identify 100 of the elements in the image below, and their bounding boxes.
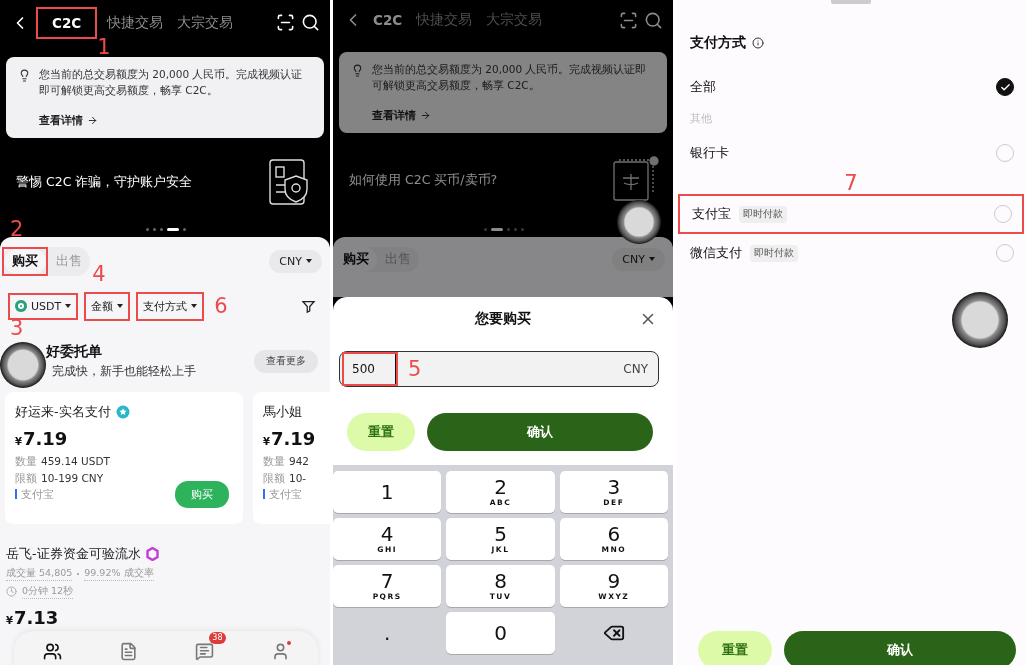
info-icon[interactable] bbox=[752, 37, 764, 49]
scan-icon[interactable] bbox=[276, 13, 295, 32]
trade-tab[interactable]: 购买 bbox=[335, 246, 377, 272]
lightbulb-icon bbox=[351, 64, 364, 77]
step-number: 5 bbox=[407, 358, 422, 379]
option-tag: 即时付款 bbox=[750, 244, 798, 262]
filter-dropdown[interactable]: USDT bbox=[13, 296, 74, 316]
sheet-title: 支付方式 bbox=[690, 34, 746, 52]
reset-button[interactable]: 重置 bbox=[698, 631, 772, 665]
keypad-key[interactable]: 0 bbox=[446, 611, 555, 654]
caret-icon bbox=[191, 304, 198, 308]
confirm-button[interactable]: 确认 bbox=[427, 412, 653, 451]
trade-tab[interactable]: 购买 bbox=[4, 248, 46, 274]
details-link[interactable]: 查看详情 bbox=[18, 113, 98, 128]
currency-symbol: ¥ bbox=[6, 614, 13, 626]
banner-text: 警惕 C2C 诈骗，守护账户安全 bbox=[16, 174, 193, 191]
banner-text: 如何使用 C2C 买币/卖币? bbox=[349, 171, 498, 189]
currency-dropdown[interactable]: CNY bbox=[612, 247, 665, 271]
meta-value: 942 bbox=[289, 454, 310, 469]
lightbulb-icon bbox=[18, 69, 31, 82]
search-icon[interactable] bbox=[301, 13, 320, 32]
hexagon-badge-icon bbox=[145, 547, 159, 561]
meta-value: 10- bbox=[289, 471, 307, 486]
radio-icon[interactable] bbox=[996, 78, 1014, 96]
search-icon[interactable] bbox=[644, 10, 663, 30]
caret-icon bbox=[65, 304, 72, 308]
page-dot[interactable] bbox=[484, 227, 487, 231]
response-time: 0分钟 12秒 bbox=[22, 584, 74, 599]
trade-stat: 成交量 54,805 bbox=[6, 566, 73, 581]
caret-icon bbox=[649, 257, 655, 261]
payment-method: 支付宝 bbox=[15, 488, 54, 499]
step-number: 6 bbox=[214, 295, 228, 317]
see-more-button[interactable]: 查看更多 bbox=[254, 349, 318, 373]
notice-text: 您当前的总交易额度为 20,000 人民币。完成视频认证即可解锁更高交易额度，畅享 C2C。 bbox=[372, 62, 648, 93]
merchant-name: 好运来-实名支付 bbox=[15, 403, 111, 421]
scan-icon[interactable] bbox=[619, 10, 638, 30]
currency-symbol: ¥ bbox=[15, 435, 22, 447]
step-number: 1 bbox=[97, 36, 111, 58]
page-dot[interactable] bbox=[507, 227, 510, 231]
meta-label: 数量 bbox=[263, 454, 285, 469]
meta-label: 数量 bbox=[15, 454, 37, 469]
amount-input-field[interactable]: 500 5 CNY bbox=[339, 350, 659, 387]
filter-dropdown[interactable]: 金额 bbox=[89, 295, 126, 317]
caret-icon bbox=[306, 259, 312, 263]
coin-card-drawing bbox=[611, 156, 659, 204]
merchant-name: 馬小姐 bbox=[263, 403, 302, 421]
section-label: 其他 bbox=[689, 111, 713, 126]
price: 7.13 bbox=[13, 606, 59, 628]
nav-tab[interactable]: C2C bbox=[48, 12, 86, 33]
alert-dot bbox=[286, 640, 291, 645]
step-number: 7 bbox=[844, 173, 858, 194]
notice-text: 您当前的总交易额度为 20,000 人民币。完成视频认证即可解锁更高交易额度，畅享 C2C。 bbox=[39, 67, 304, 98]
meta-label: 限额 bbox=[263, 471, 285, 486]
payment-option[interactable]: 银行卡 bbox=[678, 135, 1024, 171]
payment-option[interactable]: 全部 bbox=[678, 69, 1024, 105]
clock-icon bbox=[6, 586, 17, 597]
option-tag: 即时付款 bbox=[739, 205, 787, 223]
nav-tab[interactable]: C2C bbox=[369, 10, 407, 30]
merchant-name: 岳飞-证券资金可验流水 bbox=[6, 545, 141, 563]
page-dot[interactable] bbox=[160, 227, 163, 231]
touch-indicator-icon bbox=[617, 200, 661, 244]
keypad-key[interactable]: 1 bbox=[333, 470, 442, 513]
page-dot[interactable] bbox=[153, 227, 156, 231]
arrow-icon bbox=[87, 115, 98, 126]
option-label: 微信支付 bbox=[690, 244, 742, 262]
section-subtitle: 完成快，新手也能轻松上手 bbox=[51, 362, 196, 380]
verified-badge-icon bbox=[115, 405, 130, 419]
nav-tab[interactable]: 大宗交易 bbox=[173, 11, 238, 34]
price: 7.19 bbox=[270, 427, 316, 449]
trade-stat: 99.92% 成交率 bbox=[84, 566, 154, 581]
page-dot[interactable] bbox=[514, 227, 517, 231]
currency-dropdown[interactable]: CNY bbox=[269, 249, 322, 273]
option-label: 银行卡 bbox=[690, 144, 729, 162]
caret-icon bbox=[117, 304, 124, 308]
page-dot[interactable] bbox=[183, 227, 186, 231]
section-title: 好委托单 bbox=[44, 342, 103, 361]
filter-dropdown[interactable]: 支付方式 bbox=[141, 295, 200, 317]
arrow-icon bbox=[420, 110, 431, 121]
meta-value: 10-199 CNY bbox=[41, 471, 104, 486]
nav-item[interactable] bbox=[42, 641, 62, 661]
confirm-button[interactable]: 确认 bbox=[784, 631, 1016, 665]
payment-method: 支付宝 bbox=[263, 488, 302, 499]
option-label: 支付宝 bbox=[692, 205, 731, 223]
keypad-key[interactable]: . bbox=[333, 611, 442, 654]
payment-option[interactable]: 微信支付 即时付款 bbox=[678, 235, 1024, 271]
meta-label: 限额 bbox=[15, 471, 37, 486]
chat-icon bbox=[194, 641, 214, 661]
reset-button[interactable]: 重置 bbox=[347, 412, 415, 451]
currency-symbol: ¥ bbox=[263, 435, 270, 447]
input-unit: CNY bbox=[623, 361, 648, 376]
page-dot[interactable] bbox=[521, 227, 524, 231]
touch-indicator-icon bbox=[952, 292, 1008, 348]
meta-value: 459.14 USDT bbox=[41, 454, 110, 469]
nav-tab[interactable]: 快捷交易 bbox=[103, 11, 168, 34]
payment-option[interactable]: 支付宝 即时付款 bbox=[680, 196, 1022, 232]
page-dot[interactable] bbox=[146, 227, 149, 231]
filter-icon[interactable] bbox=[301, 298, 316, 314]
step-number: 4 bbox=[92, 263, 106, 285]
count-badge: 38 bbox=[209, 631, 226, 644]
details-link[interactable]: 查看详情 bbox=[351, 108, 431, 123]
